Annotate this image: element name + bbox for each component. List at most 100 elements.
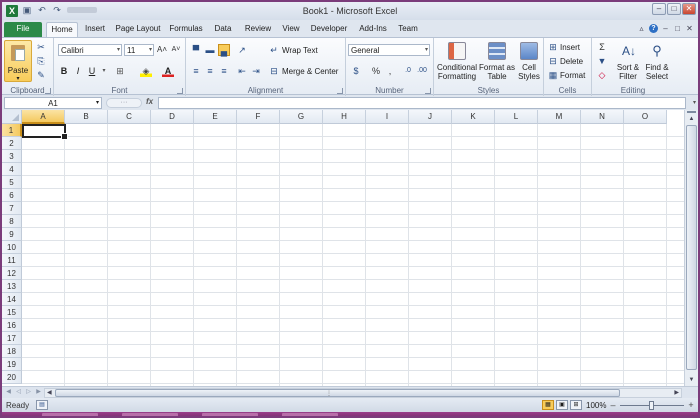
tab-add-ins[interactable]: Add-Ins [356,22,390,37]
tab-developer[interactable]: Developer [308,22,350,37]
row-header[interactable]: 8 [2,215,22,228]
scroll-right-icon[interactable]: ▶ [674,389,679,397]
next-sheet-icon[interactable]: ▷ [24,388,33,397]
row-header[interactable]: 18 [2,345,22,358]
align-left-icon[interactable]: ≡ [190,65,202,77]
cell-area[interactable] [22,124,684,386]
taskbar-item[interactable] [202,413,258,416]
column-header[interactable]: H [323,110,366,124]
align-bottom-icon[interactable]: ▄ [218,44,230,56]
column-header[interactable]: E [194,110,237,124]
column-header[interactable]: M [538,110,581,124]
format-as-table-button[interactable]: Format as Table [478,63,516,81]
workbook-minimize-icon[interactable]: – [661,24,670,33]
last-sheet-icon[interactable]: ▶ [34,388,43,397]
workbook-close-icon[interactable]: ✕ [685,24,694,33]
row-header[interactable]: 13 [2,280,22,293]
column-header[interactable]: J [409,110,452,124]
insert-cells-button[interactable]: Insert [560,43,580,52]
font-size-select[interactable]: 11 ▾ [124,44,154,56]
bold-icon[interactable]: B [58,65,70,77]
row-header[interactable]: 9 [2,228,22,241]
page-layout-view-icon[interactable]: ▣ [556,400,568,410]
workbook-restore-icon[interactable]: □ [673,24,682,33]
increase-decimal-icon[interactable]: .0 [402,65,414,77]
tab-formulas[interactable]: Formulas [168,22,204,37]
copy-icon[interactable]: ⎘ [35,55,47,67]
fill-color-icon[interactable]: ◈ [140,65,152,77]
row-header[interactable]: 5 [2,176,22,189]
insert-cells-icon[interactable]: ⊞ [547,41,559,53]
zoom-out-icon[interactable]: – [608,400,618,410]
tab-page-layout[interactable]: Page Layout [114,22,162,37]
scroll-down-icon[interactable]: ▼ [686,375,697,385]
prev-sheet-icon[interactable]: ◁ [14,388,23,397]
taskbar-item[interactable] [42,413,98,416]
borders-icon[interactable]: ⊞ [114,65,126,77]
fill-icon[interactable]: ▼ [596,55,608,67]
zoom-slider-thumb[interactable] [649,401,654,410]
expand-formula-bar-icon[interactable]: ▾ [693,99,696,106]
sort-filter-button[interactable]: Sort & Filter [614,63,642,81]
select-all-button[interactable] [2,110,22,124]
formula-input[interactable] [158,97,686,109]
help-icon[interactable]: ? [649,24,658,33]
column-header[interactable]: A [22,110,65,124]
delete-cells-button[interactable]: Delete [560,57,583,66]
column-header[interactable]: F [237,110,280,124]
format-cells-button[interactable]: Format [560,71,585,80]
clear-icon[interactable]: ◇ [596,69,608,81]
percent-style-icon[interactable]: % [370,65,382,77]
column-header[interactable]: K [452,110,495,124]
taskbar-item[interactable] [122,413,178,416]
row-header[interactable]: 19 [2,358,22,371]
row-header[interactable]: 6 [2,189,22,202]
horizontal-scrollbar[interactable]: ◀ ⋮ ▶ [44,388,682,398]
clipboard-launcher-icon[interactable] [45,88,51,94]
format-cells-icon[interactable]: ▦ [547,69,559,81]
horizontal-scroll-thumb[interactable]: ⋮ [55,389,620,397]
scroll-left-icon[interactable]: ◀ [47,389,52,397]
tab-view[interactable]: View [280,22,302,37]
name-box[interactable]: A1 ▾ [4,97,102,109]
italic-icon[interactable]: I [72,65,84,77]
merge-center-button[interactable]: Merge & Center [282,67,338,76]
align-top-icon[interactable]: ▀ [190,44,202,56]
column-header[interactable]: I [366,110,409,124]
wrap-text-button[interactable]: Wrap Text [282,46,318,55]
cut-icon[interactable]: ✂ [35,41,47,53]
worksheet-grid[interactable]: ABCDEFGHIJKLMNO 1 2 3 4 5 6 7 8 9 10 11 12 13 14 15 16 1… [2,110,698,386]
tab-insert[interactable]: Insert [80,22,110,37]
underline-icon[interactable]: U [86,65,98,77]
delete-cells-icon[interactable]: ⊟ [547,55,559,67]
align-right-icon[interactable]: ≡ [218,65,230,77]
row-header[interactable]: 7 [2,202,22,215]
split-handle[interactable] [687,111,696,113]
column-header[interactable]: C [108,110,151,124]
alignment-launcher-icon[interactable] [337,88,343,94]
increase-indent-icon[interactable]: ⇥ [250,65,262,77]
find-select-button[interactable]: Find & Select [642,63,672,81]
row-header[interactable]: 15 [2,306,22,319]
row-header[interactable]: 11 [2,254,22,267]
formula-bar-resize-handle[interactable]: ··· [106,98,142,108]
column-header[interactable]: O [624,110,667,124]
row-header[interactable]: 1 [2,124,22,137]
row-header[interactable]: 4 [2,163,22,176]
column-header[interactable]: D [151,110,194,124]
accounting-format-icon[interactable]: $ [350,65,362,77]
close-button[interactable]: ✕ [682,3,696,15]
row-header[interactable]: 20 [2,371,22,384]
page-break-view-icon[interactable]: ⊞ [570,400,582,410]
paste-button[interactable]: Paste ▾ [4,40,32,82]
column-header[interactable]: G [280,110,323,124]
font-launcher-icon[interactable] [177,88,183,94]
row-header[interactable]: 3 [2,150,22,163]
wrap-text-icon[interactable]: ↵ [268,44,280,56]
conditional-formatting-button[interactable]: Conditional Formatting [436,63,478,81]
shrink-font-icon[interactable]: A˅ [170,44,182,56]
row-header[interactable]: 2 [2,137,22,150]
align-middle-icon[interactable]: ▬ [204,44,216,56]
zoom-level[interactable]: 100% [586,401,606,410]
grow-font-icon[interactable]: A˄ [156,44,168,56]
